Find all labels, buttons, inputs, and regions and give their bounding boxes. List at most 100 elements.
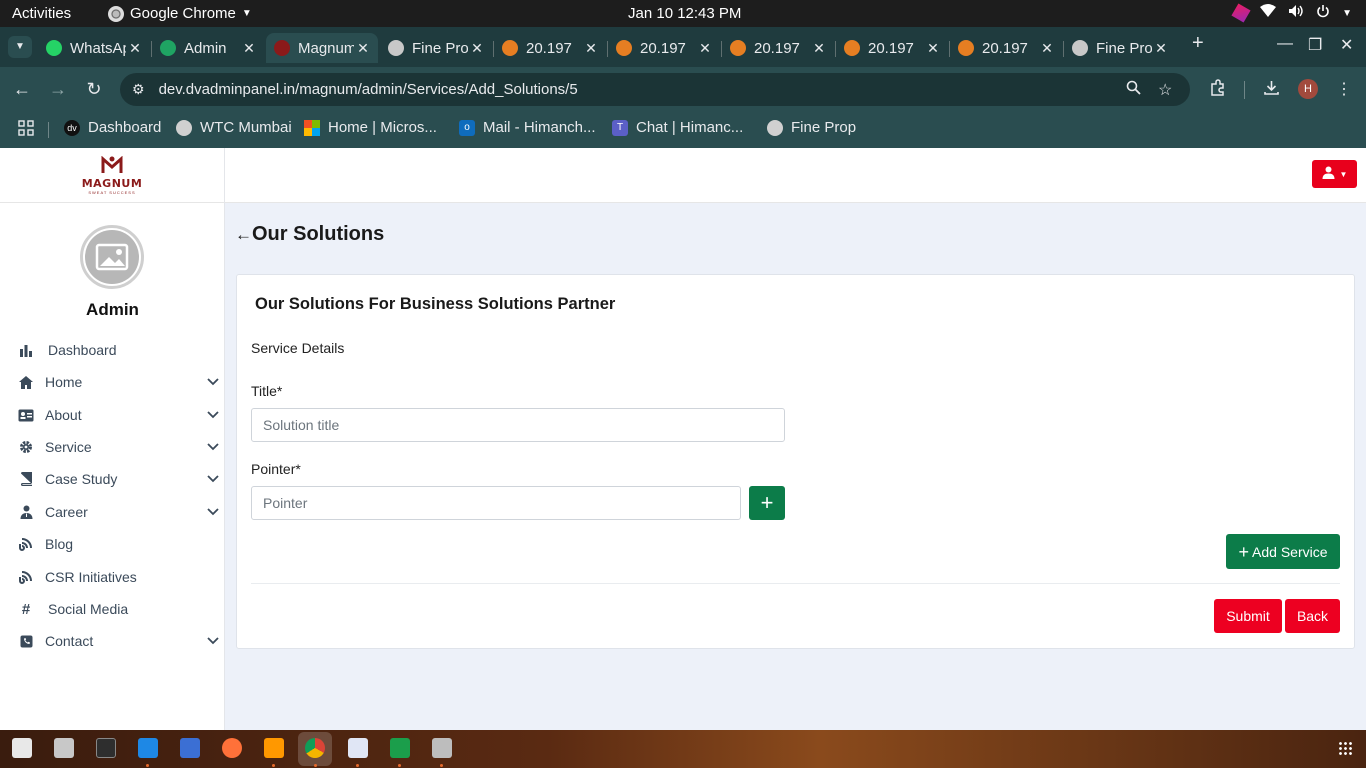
- browser-tab[interactable]: 20.197 ✕: [722, 33, 834, 63]
- close-window-button[interactable]: ✕: [1340, 35, 1353, 55]
- bookmark-star-icon[interactable]: ☆: [1158, 80, 1172, 100]
- browser-tab[interactable]: 20.197 ✕: [608, 33, 720, 63]
- address-bar[interactable]: ⚙ dev.dvadminpanel.in/magnum/admin/Servi…: [120, 73, 1190, 106]
- show-apps-icon[interactable]: [1338, 741, 1352, 755]
- browser-tab[interactable]: 20.197 ✕: [950, 33, 1062, 63]
- back-arrow-icon[interactable]: ←: [12, 79, 32, 100]
- sidebar-item-csr-initiatives[interactable]: CSR Initiatives: [0, 562, 225, 592]
- tab-strip: ▼ WhatsApp✕Admin✕Magnum✕Fine Prop✕20.197…: [0, 27, 1366, 67]
- tab-close-icon[interactable]: ✕: [924, 40, 942, 57]
- tab-close-icon[interactable]: ✕: [1038, 40, 1056, 57]
- forward-arrow-icon[interactable]: →: [48, 79, 68, 100]
- tab-close-icon[interactable]: ✕: [582, 40, 600, 57]
- tab-close-icon[interactable]: ✕: [696, 40, 714, 57]
- apps-grid-icon[interactable]: [18, 120, 34, 136]
- chrome-icon[interactable]: [305, 738, 325, 758]
- user-icon: [1322, 166, 1335, 182]
- app-menu[interactable]: Google Chrome ▼: [108, 5, 252, 22]
- document-viewer-icon[interactable]: [12, 738, 32, 758]
- bookmark-wtc-mumbai[interactable]: WTC Mumbai: [176, 119, 292, 136]
- download-icon[interactable]: [1263, 79, 1280, 101]
- tab-title: Fine Prop: [1096, 39, 1152, 57]
- browser-tab[interactable]: Fine Prop✕: [380, 33, 492, 63]
- chevron-down-icon[interactable]: [207, 408, 219, 422]
- sidebar-item-label: Blog: [45, 536, 74, 552]
- browser-tab[interactable]: 20.197 ✕: [836, 33, 948, 63]
- chevron-down-icon[interactable]: [207, 440, 219, 454]
- browser-tab[interactable]: Fine Prop✕: [1064, 33, 1176, 63]
- add-service-button[interactable]: + Add Service: [1226, 534, 1340, 569]
- bookmark-dashboard[interactable]: dv Dashboard: [64, 119, 161, 136]
- chevron-down-icon[interactable]: [207, 634, 219, 648]
- section-label: Service Details: [251, 340, 345, 356]
- vscode-icon[interactable]: [138, 738, 158, 758]
- minimize-button[interactable]: —: [1277, 35, 1293, 53]
- title-input[interactable]: [251, 408, 785, 442]
- zoom-icon[interactable]: [1126, 80, 1141, 100]
- maximize-button[interactable]: ❐: [1308, 35, 1322, 55]
- chevron-down-icon[interactable]: [207, 375, 219, 389]
- card-title: Our Solutions For Business Solutions Par…: [255, 295, 616, 313]
- tab-close-icon[interactable]: ✕: [126, 40, 144, 57]
- chevron-down-icon[interactable]: [207, 472, 219, 486]
- sidebar-item-home[interactable]: Home: [0, 367, 225, 397]
- sidebar-item-contact[interactable]: Contact: [0, 626, 225, 656]
- solutions-form-card: Our Solutions For Business Solutions Par…: [236, 274, 1355, 649]
- running-indicator: [146, 764, 149, 767]
- clock[interactable]: Jan 10 12:43 PM: [628, 5, 741, 22]
- running-indicator: [356, 764, 359, 767]
- tab-title: Admin: [184, 39, 227, 57]
- spreadsheet-icon[interactable]: [390, 738, 410, 758]
- more-menu-icon[interactable]: ⋮: [1336, 79, 1352, 99]
- site-settings-icon[interactable]: ⚙: [132, 81, 145, 98]
- submit-button[interactable]: Submit: [1214, 599, 1282, 633]
- bookmark-label: WTC Mumbai: [200, 119, 292, 136]
- plus-icon: +: [760, 490, 774, 515]
- activities-button[interactable]: Activities: [12, 5, 71, 22]
- sidebar-item-blog[interactable]: Blog: [0, 529, 225, 559]
- screenshot-icon[interactable]: [432, 738, 452, 758]
- bookmark-mail[interactable]: o Mail - Himanch...: [459, 119, 596, 136]
- profile-avatar[interactable]: H: [1298, 79, 1318, 99]
- terminal-icon[interactable]: [96, 738, 116, 758]
- bookmark-fine-prop[interactable]: Fine Prop: [767, 119, 856, 136]
- browser-tab[interactable]: 20.197 ✕: [494, 33, 606, 63]
- brand-logo[interactable]: MAGNUM SWEAT SUCCESS: [0, 148, 224, 203]
- firefox-icon[interactable]: [222, 738, 242, 758]
- text-editor-icon[interactable]: [180, 738, 200, 758]
- back-button[interactable]: Back: [1285, 599, 1340, 633]
- sidebar-item-dashboard[interactable]: Dashboard: [0, 335, 225, 365]
- browser-tab[interactable]: WhatsApp✕: [38, 33, 150, 63]
- extensions-icon[interactable]: [1209, 79, 1226, 101]
- sidebar-item-service[interactable]: Service: [0, 432, 225, 462]
- pointer-input[interactable]: [251, 486, 741, 520]
- sidebar-item-label: Case Study: [45, 471, 118, 487]
- tab-close-icon[interactable]: ✕: [354, 40, 372, 57]
- browser-tab[interactable]: Magnum ✕: [266, 33, 378, 63]
- address-bar-url[interactable]: dev.dvadminpanel.in/magnum/admin/Service…: [159, 81, 578, 98]
- add-pointer-button[interactable]: +: [749, 486, 785, 520]
- tab-title: Magnum: [298, 39, 354, 57]
- bookmark-home-microsoft[interactable]: Home | Micros...: [304, 119, 437, 136]
- image-placeholder-icon: [85, 230, 139, 284]
- sidebar-item-social-media[interactable]: # Social Media: [0, 594, 225, 624]
- tab-close-icon[interactable]: ✕: [240, 40, 258, 57]
- sublime-icon[interactable]: [264, 738, 284, 758]
- tab-close-icon[interactable]: ✕: [1152, 40, 1170, 57]
- reload-icon[interactable]: ↻: [84, 79, 104, 100]
- tab-close-icon[interactable]: ✕: [468, 40, 486, 57]
- user-menu-button[interactable]: ▼: [1312, 160, 1357, 188]
- sidebar-item-case-study[interactable]: Case Study: [0, 464, 225, 494]
- new-tab-button[interactable]: +: [1192, 32, 1204, 55]
- sidebar-item-career[interactable]: Career: [0, 497, 225, 527]
- sidebar-item-about[interactable]: About: [0, 400, 225, 430]
- browser-tab[interactable]: Admin ✕: [152, 33, 264, 63]
- tab-search-button[interactable]: ▼: [8, 36, 32, 58]
- back-arrow-icon[interactable]: ←: [235, 225, 252, 244]
- files-icon[interactable]: [54, 738, 74, 758]
- tab-close-icon[interactable]: ✕: [810, 40, 828, 57]
- notes-icon[interactable]: [348, 738, 368, 758]
- chevron-down-icon[interactable]: [207, 505, 219, 519]
- system-tray[interactable]: ▼: [1231, 3, 1352, 23]
- bookmark-chat[interactable]: T Chat | Himanc...: [612, 119, 743, 136]
